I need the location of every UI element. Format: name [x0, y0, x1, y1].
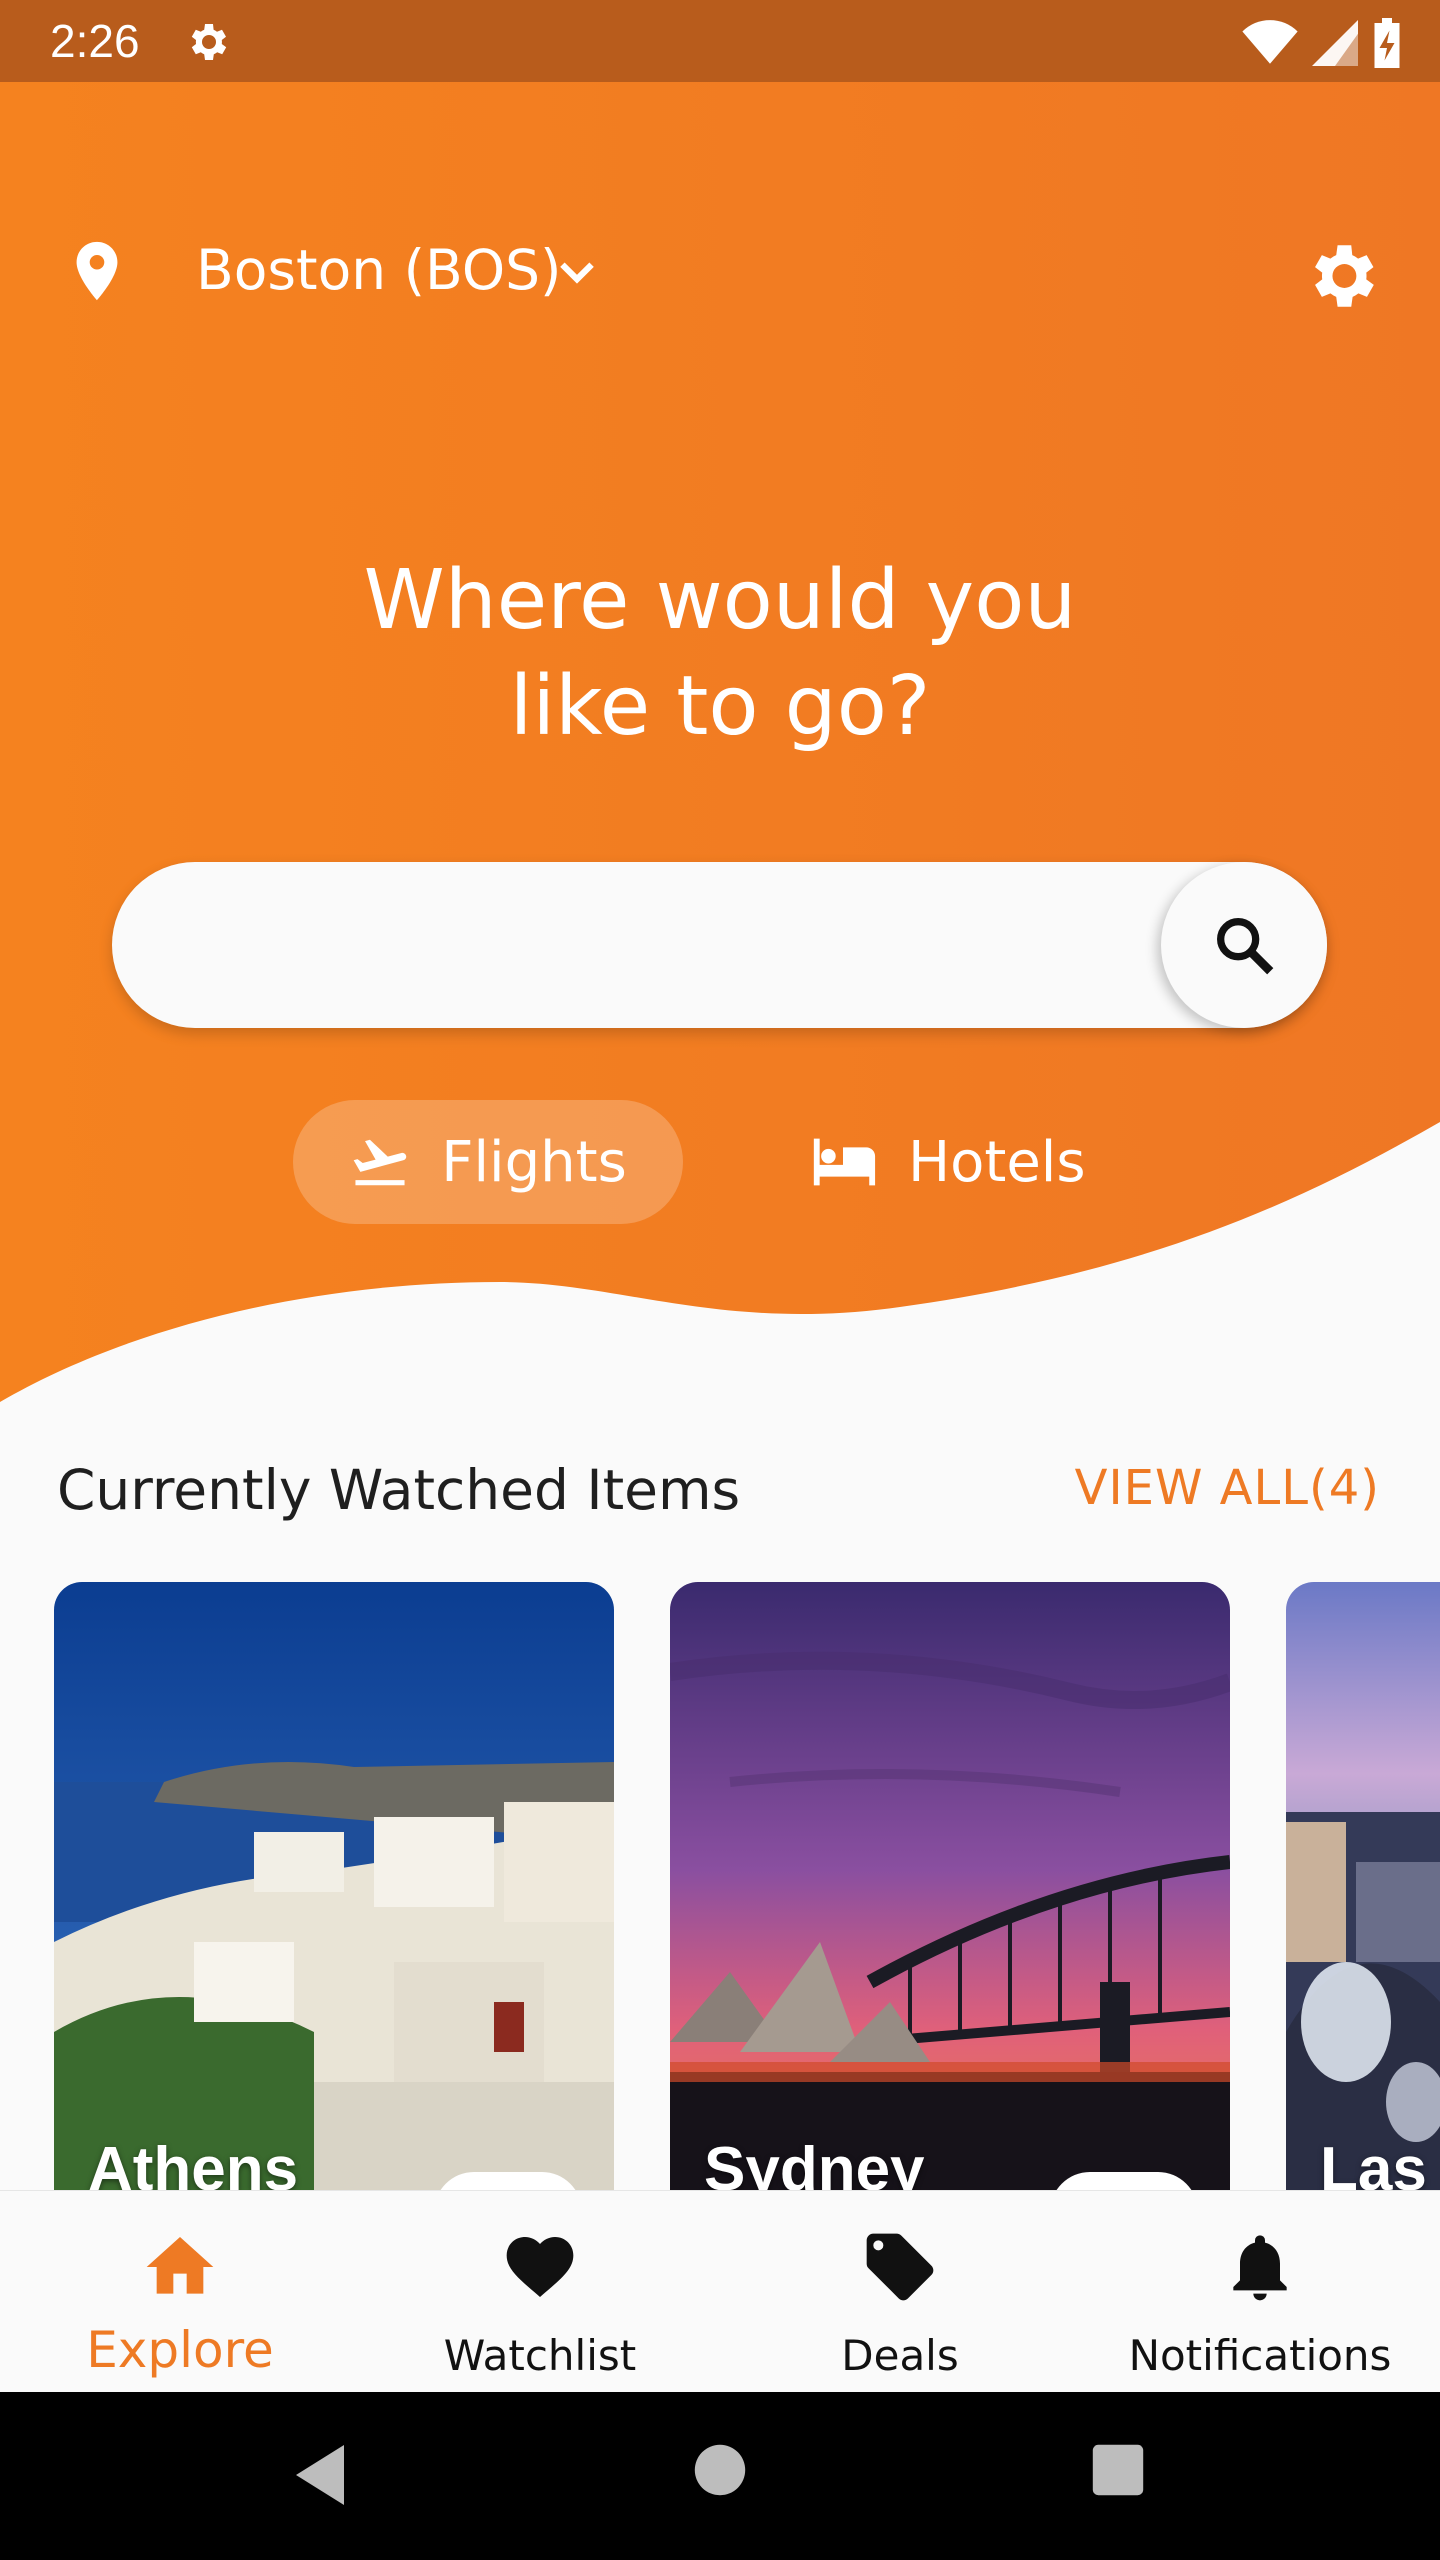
tab-hotels-label: Hotels — [908, 1129, 1086, 1195]
tab-flights-label: Flights — [441, 1129, 627, 1195]
sydney-photo — [670, 1582, 1230, 2222]
section-title: Currently Watched Items — [57, 1458, 741, 1522]
search-bar[interactable] — [112, 862, 1327, 1028]
bottom-navigation: Explore Watchlist Deals Notifications — [0, 2190, 1440, 2393]
chevron-down-icon[interactable] — [552, 248, 602, 298]
cellular-signal-icon — [1312, 20, 1358, 66]
home-circle-icon[interactable] — [692, 2442, 748, 2498]
watched-card-las-vegas[interactable]: Las V — [1286, 1582, 1440, 2222]
location-selector[interactable]: Boston (BOS) — [196, 238, 561, 302]
back-icon[interactable] — [290, 2442, 350, 2508]
flight-takeoff-icon — [353, 1139, 407, 1186]
wifi-icon — [1242, 20, 1298, 64]
settings-gear-icon[interactable] — [1300, 235, 1382, 317]
bed-icon — [813, 1138, 876, 1186]
nav-item-notifications[interactable]: Notifications — [1080, 2191, 1440, 2393]
tab-hotels[interactable]: Hotels — [808, 1100, 1108, 1224]
system-navigation-bar — [0, 2392, 1440, 2560]
tab-flights[interactable]: Flights — [293, 1100, 683, 1224]
tag-icon — [866, 2233, 934, 2301]
watched-card-sydney[interactable]: Sydney — [670, 1582, 1230, 2222]
page-headline: Where would you like to go? — [0, 548, 1440, 760]
las-vegas-photo — [1286, 1582, 1440, 2222]
nav-item-deals[interactable]: Deals — [720, 2191, 1080, 2393]
home-icon — [146, 2237, 214, 2294]
view-all-link[interactable]: VIEW ALL(4) — [1075, 1460, 1380, 1516]
recents-square-icon[interactable] — [1090, 2442, 1146, 2498]
headline-line-2: like to go? — [509, 659, 931, 754]
settings-status-icon — [191, 24, 227, 60]
nav-label-watchlist: Watchlist — [443, 2331, 637, 2380]
location-pin-icon[interactable] — [62, 235, 132, 307]
battery-charging-icon — [1374, 18, 1400, 68]
heart-icon — [506, 2237, 574, 2297]
nav-label-deals: Deals — [841, 2331, 959, 2380]
nav-item-explore[interactable]: Explore — [0, 2191, 360, 2393]
athens-photo — [54, 1582, 614, 2222]
bell-icon — [1233, 2235, 1287, 2301]
search-icon — [1217, 918, 1274, 975]
nav-label-explore: Explore — [86, 2321, 274, 2379]
search-input[interactable] — [172, 902, 1176, 990]
headline-line-1: Where would you — [363, 553, 1077, 648]
nav-item-watchlist[interactable]: Watchlist — [360, 2191, 720, 2393]
nav-label-notifications: Notifications — [1128, 2331, 1392, 2380]
search-button[interactable] — [1161, 862, 1327, 1028]
status-time: 2:26 — [50, 15, 140, 67]
status-bar: 2:26 — [0, 0, 1440, 82]
watched-card-athens[interactable]: Athens — [54, 1582, 614, 2222]
